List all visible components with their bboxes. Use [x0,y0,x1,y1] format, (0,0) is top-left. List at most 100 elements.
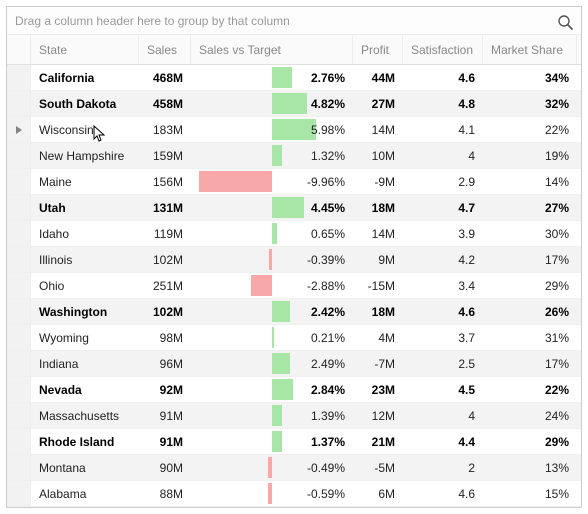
cell-market-share[interactable]: 19% [483,143,577,168]
cell-sales-vs-target[interactable]: 2.84% [191,377,353,402]
table-row[interactable]: Washington102M2.42%18M4.626% [7,299,581,325]
cell-sales[interactable]: 96M [139,351,191,376]
table-row[interactable]: Wisconsin183M5.98%14M4.122% [7,117,581,143]
cell-satisfaction[interactable]: 4.1 [403,117,483,142]
table-row[interactable]: Indiana96M2.49%-7M2.517% [7,351,581,377]
cell-state[interactable]: Illinois [31,247,139,272]
cell-sales-vs-target[interactable]: 5.98% [191,117,353,142]
cell-market-share[interactable]: 15% [483,481,577,506]
table-row[interactable]: Rhode Island91M1.37%21M4.429% [7,429,581,455]
cell-profit[interactable]: -9M [353,169,403,194]
cell-sales[interactable]: 119M [139,221,191,246]
cell-satisfaction[interactable]: 4.2 [403,247,483,272]
cell-sales[interactable]: 183M [139,117,191,142]
cell-state[interactable]: New Hampshire [31,143,139,168]
cell-satisfaction[interactable]: 3.7 [403,325,483,350]
search-icon[interactable] [557,12,573,28]
cell-satisfaction[interactable]: 4.5 [403,377,483,402]
cell-satisfaction[interactable]: 2.9 [403,169,483,194]
cell-market-share[interactable]: 26% [483,299,577,324]
cell-state[interactable]: Ohio [31,273,139,298]
table-row[interactable]: Ohio251M-2.88%-15M3.429% [7,273,581,299]
table-row[interactable]: Montana90M-0.49%-5M213% [7,455,581,481]
table-row[interactable]: Wyoming98M0.21%4M3.731% [7,325,581,351]
cell-satisfaction[interactable]: 4.6 [403,299,483,324]
cell-sales[interactable]: 159M [139,143,191,168]
cell-sales-vs-target[interactable]: 0.21% [191,325,353,350]
cell-state[interactable]: South Dakota [31,91,139,116]
cell-market-share[interactable]: 22% [483,377,577,402]
cell-market-share[interactable]: 13% [483,455,577,480]
cell-sales-vs-target[interactable]: 4.45% [191,195,353,220]
cell-profit[interactable]: 18M [353,299,403,324]
cell-sales[interactable]: 102M [139,299,191,324]
cell-satisfaction[interactable]: 4.7 [403,195,483,220]
cell-sales-vs-target[interactable]: 1.32% [191,143,353,168]
cell-sales[interactable]: 131M [139,195,191,220]
cell-satisfaction[interactable]: 3.9 [403,221,483,246]
cell-profit[interactable]: 23M [353,377,403,402]
cell-state[interactable]: Nevada [31,377,139,402]
cell-satisfaction[interactable]: 4.6 [403,65,483,90]
cell-profit[interactable]: 4M [353,325,403,350]
cell-state[interactable]: Maine [31,169,139,194]
cell-profit[interactable]: -5M [353,455,403,480]
cell-sales[interactable]: 102M [139,247,191,272]
cell-profit[interactable]: 14M [353,221,403,246]
table-row[interactable]: Illinois102M-0.39%9M4.217% [7,247,581,273]
cell-sales-vs-target[interactable]: -9.96% [191,169,353,194]
cell-satisfaction[interactable]: 2.5 [403,351,483,376]
cell-market-share[interactable]: 27% [483,195,577,220]
cell-satisfaction[interactable]: 2 [403,455,483,480]
cell-state[interactable]: Idaho [31,221,139,246]
cell-sales-vs-target[interactable]: -2.88% [191,273,353,298]
table-row[interactable]: California468M2.76%44M4.634% [7,65,581,91]
cell-state[interactable]: California [31,65,139,90]
cell-satisfaction[interactable]: 4 [403,143,483,168]
cell-state[interactable]: Montana [31,455,139,480]
table-row[interactable]: Massachusetts91M1.39%12M424% [7,403,581,429]
cell-sales[interactable]: 91M [139,403,191,428]
table-row[interactable]: Utah131M4.45%18M4.727% [7,195,581,221]
column-header-satisfaction[interactable]: Satisfaction [403,35,483,64]
cell-satisfaction[interactable]: 4.8 [403,91,483,116]
cell-profit[interactable]: -15M [353,273,403,298]
cell-profit[interactable]: 6M [353,481,403,506]
column-header-sales-vs-target[interactable]: Sales vs Target [191,35,353,64]
table-row[interactable]: Alabama88M-0.59%6M4.615% [7,481,581,507]
cell-profit[interactable]: 9M [353,247,403,272]
cell-profit[interactable]: 12M [353,403,403,428]
cell-sales-vs-target[interactable]: 1.37% [191,429,353,454]
cell-market-share[interactable]: 29% [483,429,577,454]
cell-market-share[interactable]: 31% [483,325,577,350]
cell-state[interactable]: Wisconsin [31,117,139,142]
cell-sales-vs-target[interactable]: -0.59% [191,481,353,506]
group-panel[interactable]: Drag a column header here to group by th… [7,7,581,35]
cell-satisfaction[interactable]: 4.6 [403,481,483,506]
cell-market-share[interactable]: 17% [483,247,577,272]
cell-satisfaction[interactable]: 4 [403,403,483,428]
cell-sales[interactable]: 92M [139,377,191,402]
cell-state[interactable]: Massachusetts [31,403,139,428]
cell-sales[interactable]: 98M [139,325,191,350]
cell-sales[interactable]: 156M [139,169,191,194]
cell-market-share[interactable]: 14% [483,169,577,194]
column-header-state[interactable]: State [31,35,139,64]
table-row[interactable]: Nevada92M2.84%23M4.522% [7,377,581,403]
cell-state[interactable]: Indiana [31,351,139,376]
column-header-sales[interactable]: Sales [139,35,191,64]
cell-market-share[interactable]: 24% [483,403,577,428]
cell-profit[interactable]: 21M [353,429,403,454]
column-header-market-share[interactable]: Market Share [483,35,577,64]
cell-profit[interactable]: 18M [353,195,403,220]
cell-profit[interactable]: 14M [353,117,403,142]
cell-satisfaction[interactable]: 4.4 [403,429,483,454]
cell-sales-vs-target[interactable]: 4.82% [191,91,353,116]
cell-profit[interactable]: -7M [353,351,403,376]
cell-market-share[interactable]: 22% [483,117,577,142]
column-header-profit[interactable]: Profit [353,35,403,64]
cell-sales-vs-target[interactable]: 2.76% [191,65,353,90]
cell-sales[interactable]: 251M [139,273,191,298]
cell-sales[interactable]: 91M [139,429,191,454]
cell-sales[interactable]: 88M [139,481,191,506]
